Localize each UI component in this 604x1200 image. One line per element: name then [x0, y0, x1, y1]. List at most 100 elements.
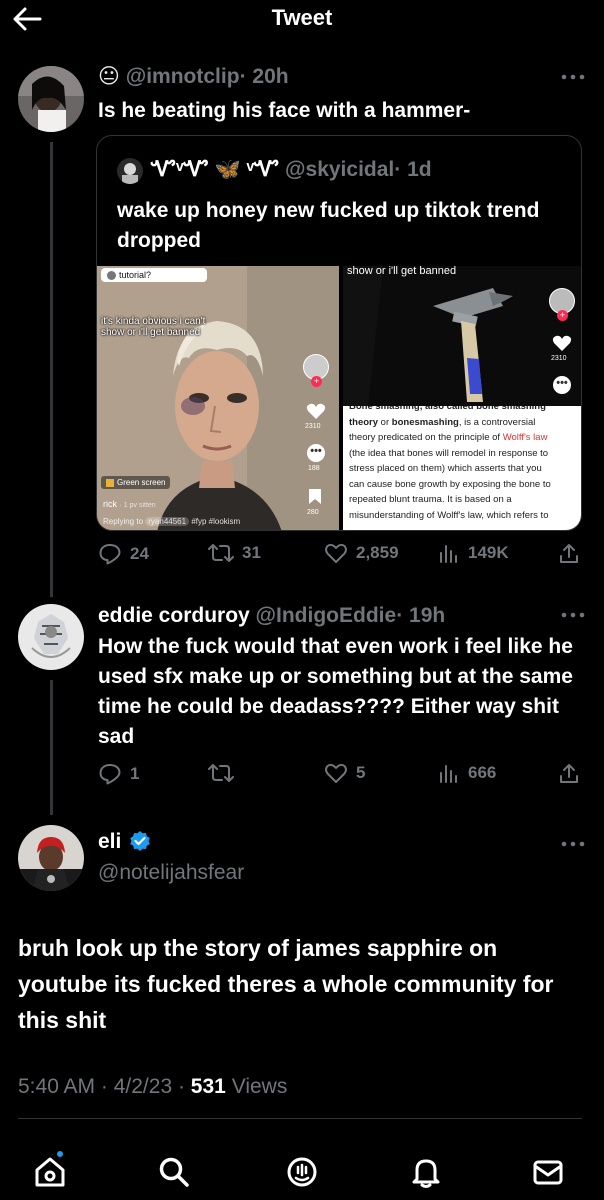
home-icon[interactable]	[32, 1154, 68, 1190]
share-icon	[560, 764, 578, 783]
tutorial-label: tutorial?	[101, 268, 207, 283]
wiki-line: can cause bone growth by exposing the bo…	[349, 478, 551, 490]
reply-count: 1	[130, 764, 140, 783]
quote-author: ᏉᵛᏉ 🦋 ᵛᏉ @skyicidal· 1d	[151, 158, 432, 182]
author-handle: @IndigoEddie	[255, 604, 397, 627]
author-handle: @imnotclip	[125, 65, 240, 88]
views-icon	[440, 545, 457, 563]
wiki-text: , is a controversial	[458, 416, 536, 428]
tiktok-replying: Replying to	[103, 517, 144, 526]
wiki-line: misunderstanding of Wolff's law, which r…	[349, 509, 549, 521]
avatar[interactable]	[18, 604, 84, 670]
quote-time: · 1d	[394, 158, 432, 181]
author-handle: @notelijahsfear	[98, 861, 245, 884]
tiktok-like-count-right: 2310	[551, 355, 567, 362]
wiki-line: stress placed on them) which asserts tha…	[349, 463, 542, 474]
notifications-icon[interactable]	[408, 1154, 444, 1190]
page-title: Tweet	[271, 5, 333, 30]
right-caption: show or i'll get banned	[347, 266, 457, 277]
tiktok-meta: · 1 pv sitten	[119, 502, 156, 509]
verified-icon	[130, 831, 151, 851]
retweet-button[interactable]: 31	[208, 542, 261, 564]
spaces-icon[interactable]	[284, 1154, 320, 1190]
like-button[interactable]: 5	[324, 762, 365, 784]
media-image-right[interactable]: show or i'll get banned + 2310 ••• Bone …	[343, 266, 581, 530]
wiki-excerpt: Bone smashing, also called bone smashing…	[343, 406, 581, 530]
wiki-text: or	[378, 416, 392, 428]
reply-button[interactable]: 1	[98, 762, 139, 786]
share-button[interactable]	[558, 762, 580, 784]
reply2-actions: 1 5 666	[96, 762, 586, 792]
tiktok-username: rick	[103, 499, 117, 509]
tiktok-like-count: 2310	[305, 423, 321, 430]
main-author-name-line[interactable]: eli	[98, 830, 151, 854]
views-button[interactable]: 149K	[438, 542, 509, 564]
more-icon[interactable]	[560, 609, 586, 621]
views-button[interactable]: 666	[438, 762, 496, 784]
reply2-author[interactable]: eddie corduroy @IndigoEddie· 19h	[98, 604, 445, 628]
follow-plus-icon: +	[311, 376, 322, 387]
search-icon[interactable]	[156, 1154, 192, 1190]
wiki-text: theory predicated on the principle of	[349, 432, 503, 443]
tiktok-reply-user: ryan44561	[145, 517, 190, 526]
wiki-line: (the idea that bones will remodel in res…	[349, 447, 549, 459]
reply-button[interactable]: 24	[98, 542, 149, 566]
author-name: eli	[98, 830, 122, 853]
main-tweet-text: bruh look up the story of james sapphire…	[18, 935, 554, 1033]
green-screen-badge: Green screen	[101, 476, 171, 489]
wiki-line: theory predicated on the principle of Wo…	[349, 430, 577, 446]
retweet-icon	[208, 544, 234, 562]
green-screen-label: Green screen	[117, 478, 166, 487]
wiki-heading: Bone smashing, also called bone smashing	[349, 406, 546, 412]
top-bar: Tweet	[0, 0, 604, 46]
wiki-line: theory or bonesmashing, is a controversi…	[349, 415, 577, 431]
tiktok-comment-count: 188	[308, 465, 320, 472]
quote-display-name: ᏉᵛᏉ 🦋 ᵛᏉ	[151, 158, 280, 181]
quote-tweet-card[interactable]: ᏉᵛᏉ 🦋 ᵛᏉ @skyicidal· 1d wake up honey ne…	[96, 135, 582, 531]
retweet-button[interactable]	[208, 762, 242, 784]
reply1-author[interactable]: 😐 @imnotclip· 20h	[98, 64, 289, 89]
tiktok-comment-icon: •••	[307, 444, 325, 462]
quote-handle: @skyicidal	[285, 158, 395, 181]
tweet-time: · 19h	[396, 604, 446, 627]
author-name: eddie corduroy	[98, 604, 250, 627]
like-icon	[325, 543, 347, 563]
tiktok-like-icon	[306, 403, 326, 419]
wiki-line: repeated blunt trauma. It is based on a	[349, 494, 512, 505]
tiktok-reply-line: Replying to ryan44561 #fyp #lookism	[103, 517, 240, 526]
tiktok-comment-icon-right: •••	[553, 376, 571, 394]
avatar[interactable]	[18, 66, 84, 132]
more-icon[interactable]	[560, 71, 586, 83]
tweet-meta: 5:40 AM · 4/2/23 · 531 Views	[18, 1075, 287, 1099]
share-button[interactable]	[558, 542, 580, 564]
home-notification-dot	[55, 1149, 65, 1159]
follow-plus-icon-right: +	[557, 310, 568, 321]
share-icon	[560, 544, 578, 563]
bottom-nav	[0, 1146, 604, 1200]
like-icon	[325, 763, 347, 783]
reply-icon	[99, 544, 121, 565]
like-count: 5	[356, 763, 366, 782]
wiki-link: Wolff's law	[502, 432, 548, 443]
media-image-left[interactable]: tutorial? it's kinda obvious i can't sho…	[97, 266, 339, 530]
quote-text: wake up honey new fucked up tiktok trend…	[117, 199, 540, 252]
retweet-count: 31	[242, 543, 261, 562]
views-count: 149K	[468, 543, 509, 562]
main-author-handle-line[interactable]: @notelijahsfear	[98, 861, 244, 885]
reply1-actions: 24 31 2,859 149K	[96, 542, 586, 572]
tweet-text: How the fuck would that even work i feel…	[98, 635, 573, 748]
like-button[interactable]: 2,859	[324, 542, 399, 564]
retweet-icon	[208, 764, 234, 782]
avatar[interactable]	[18, 825, 84, 891]
tweet-timestamp: 5:40 AM	[18, 1075, 96, 1098]
reply-count: 24	[130, 544, 149, 563]
messages-icon[interactable]	[530, 1154, 566, 1190]
thread-line	[50, 142, 53, 597]
more-icon[interactable]	[560, 838, 586, 850]
like-count: 2,859	[356, 543, 399, 562]
tiktok-tags: #fyp #lookism	[191, 517, 241, 526]
tutorial-label-text: tutorial?	[119, 270, 152, 280]
tiktok-bookmark-icon	[309, 489, 321, 504]
reply-icon	[99, 764, 121, 785]
tiktok-save-count: 280	[307, 509, 319, 516]
